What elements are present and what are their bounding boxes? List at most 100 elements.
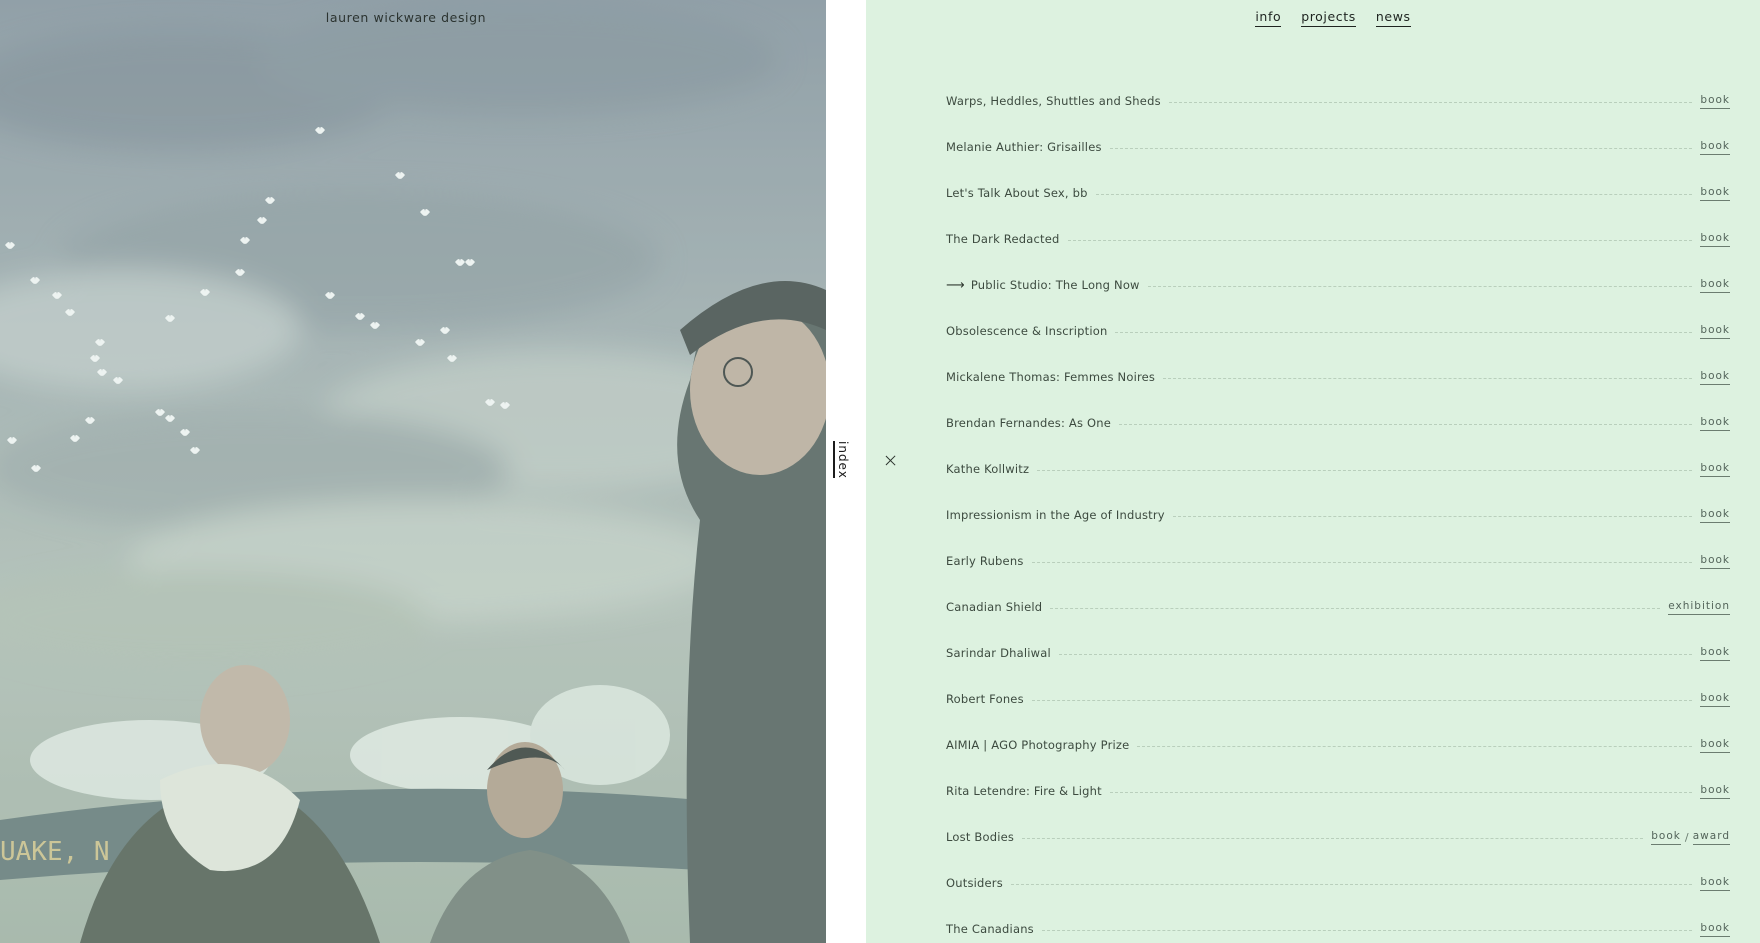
project-row[interactable]: Early Rubens book — [946, 538, 1730, 584]
dotted-leader — [1163, 377, 1693, 379]
project-tag-link[interactable]: book — [1700, 232, 1730, 247]
dotted-leader — [1168, 101, 1693, 103]
project-title[interactable]: Early Rubens — [946, 554, 1024, 568]
project-title[interactable]: Sarindar Dhaliwal — [946, 646, 1051, 660]
project-tag-link[interactable]: exhibition — [1668, 600, 1730, 615]
project-title[interactable]: Robert Fones — [946, 692, 1024, 706]
project-tag-link[interactable]: book — [1700, 508, 1730, 523]
project-row[interactable]: Robert Fones book — [946, 676, 1730, 722]
dotted-leader — [1031, 561, 1693, 563]
project-row[interactable]: Lost Bodies book / award — [946, 814, 1730, 860]
dotted-leader — [1058, 653, 1693, 655]
project-tags: book — [1700, 692, 1730, 707]
hero-photo: UAKE, N CHINA DEAD, 3 lauren wickware de… — [0, 0, 826, 943]
project-tag-link[interactable]: book — [1700, 738, 1730, 753]
project-title[interactable]: Kathe Kollwitz — [946, 462, 1029, 476]
project-tag-link[interactable]: book — [1651, 830, 1681, 845]
project-title[interactable]: Obsolescence & Inscription — [946, 324, 1107, 338]
dotted-leader — [1172, 515, 1693, 517]
project-tag-link[interactable]: book — [1700, 140, 1730, 155]
project-title[interactable]: The Dark Redacted — [946, 232, 1060, 246]
project-row[interactable]: Melanie Authier: Grisailles book — [946, 124, 1730, 170]
project-tag-link[interactable]: award — [1692, 830, 1730, 845]
project-tags: book — [1700, 462, 1730, 477]
project-tags: book — [1700, 94, 1730, 109]
nav-info[interactable]: info — [1255, 9, 1282, 27]
project-row[interactable]: Canadian Shield exhibition — [946, 584, 1730, 630]
site-title[interactable]: lauren wickware design — [0, 10, 812, 25]
project-tag-link[interactable]: book — [1700, 94, 1730, 109]
project-title[interactable]: AIMIA | AGO Photography Prize — [946, 738, 1129, 752]
project-tag-link[interactable]: book — [1700, 554, 1730, 569]
nav-projects[interactable]: projects — [1301, 9, 1356, 27]
project-tags: book — [1700, 738, 1730, 753]
dotted-leader — [1037, 469, 1693, 471]
project-tags: book — [1700, 232, 1730, 247]
project-tag-link[interactable]: book — [1700, 324, 1730, 339]
project-row[interactable]: Obsolescence & Inscription book — [946, 308, 1730, 354]
project-tag-link[interactable]: book — [1700, 784, 1730, 799]
project-tag-link[interactable]: book — [1700, 692, 1730, 707]
project-title[interactable]: The Canadians — [946, 922, 1034, 936]
project-title[interactable]: Brendan Fernandes: As One — [946, 416, 1111, 430]
dotted-leader — [1115, 331, 1693, 333]
project-title[interactable]: Public Studio: The Long Now — [971, 278, 1140, 292]
project-row[interactable]: Impressionism in the Age of Industry book — [946, 492, 1730, 538]
project-row[interactable]: ⟶ Public Studio: The Long Now book — [946, 262, 1730, 308]
project-tags: book — [1700, 646, 1730, 661]
arrow-right-icon: ⟶ — [946, 277, 965, 293]
dotted-leader — [1109, 791, 1693, 793]
project-tag-link[interactable]: book — [1700, 416, 1730, 431]
project-row[interactable]: AIMIA | AGO Photography Prize book — [946, 722, 1730, 768]
project-row[interactable]: Warps, Heddles, Shuttles and Sheds book — [946, 78, 1730, 124]
dotted-leader — [1010, 883, 1693, 885]
dotted-leader — [1041, 929, 1693, 931]
project-row[interactable]: Brendan Fernandes: As One book — [946, 400, 1730, 446]
project-tags: book — [1700, 140, 1730, 155]
dotted-leader — [1095, 193, 1693, 195]
project-tags: book — [1700, 922, 1730, 937]
hero-photo-illustration: UAKE, N CHINA DEAD, 3 — [0, 0, 826, 943]
dotted-leader — [1109, 147, 1693, 149]
project-title[interactable]: Mickalene Thomas: Femmes Noires — [946, 370, 1155, 384]
project-tags: book — [1700, 186, 1730, 201]
project-row[interactable]: Mickalene Thomas: Femmes Noires book — [946, 354, 1730, 400]
dotted-leader — [1067, 239, 1693, 241]
project-tags: book — [1700, 876, 1730, 891]
nav-news[interactable]: news — [1375, 9, 1411, 27]
project-title[interactable]: Let's Talk About Sex, bb — [946, 186, 1088, 200]
project-tag-link[interactable]: book — [1700, 278, 1730, 293]
project-tag-link[interactable]: book — [1700, 646, 1730, 661]
project-tag-link[interactable]: book — [1700, 876, 1730, 891]
index-tab-label: index — [836, 440, 850, 479]
project-tag-link[interactable]: book — [1700, 462, 1730, 477]
project-tags: book — [1700, 278, 1730, 293]
project-tag-link[interactable]: book — [1700, 922, 1730, 937]
project-row[interactable]: Kathe Kollwitz book — [946, 446, 1730, 492]
dotted-leader — [1050, 607, 1661, 609]
project-row[interactable]: Sarindar Dhaliwal book — [946, 630, 1730, 676]
project-row[interactable]: Let's Talk About Sex, bb book — [946, 170, 1730, 216]
project-title[interactable]: Impressionism in the Age of Industry — [946, 508, 1165, 522]
project-row[interactable]: Rita Letendre: Fire & Light book — [946, 768, 1730, 814]
project-title[interactable]: Melanie Authier: Grisailles — [946, 140, 1102, 154]
project-tags: book — [1700, 370, 1730, 385]
project-title[interactable]: Warps, Heddles, Shuttles and Sheds — [946, 94, 1161, 108]
project-tag-link[interactable]: book — [1700, 370, 1730, 385]
project-row[interactable]: The Dark Redacted book — [946, 216, 1730, 262]
dotted-leader — [1031, 699, 1693, 701]
project-title[interactable]: Canadian Shield — [946, 600, 1042, 614]
project-title[interactable]: Outsiders — [946, 876, 1003, 890]
project-title[interactable]: Rita Letendre: Fire & Light — [946, 784, 1102, 798]
tag-separator: / — [1684, 830, 1689, 844]
dotted-leader — [1147, 285, 1693, 287]
project-tags: book — [1700, 324, 1730, 339]
index-tab[interactable]: index — [833, 441, 851, 478]
project-row[interactable]: The Canadians book — [946, 906, 1730, 943]
project-tags: book — [1700, 508, 1730, 523]
project-title[interactable]: Lost Bodies — [946, 830, 1014, 844]
dotted-leader — [1137, 745, 1693, 747]
close-icon[interactable] — [884, 454, 898, 468]
project-tag-link[interactable]: book — [1700, 186, 1730, 201]
project-row[interactable]: Outsiders book — [946, 860, 1730, 906]
